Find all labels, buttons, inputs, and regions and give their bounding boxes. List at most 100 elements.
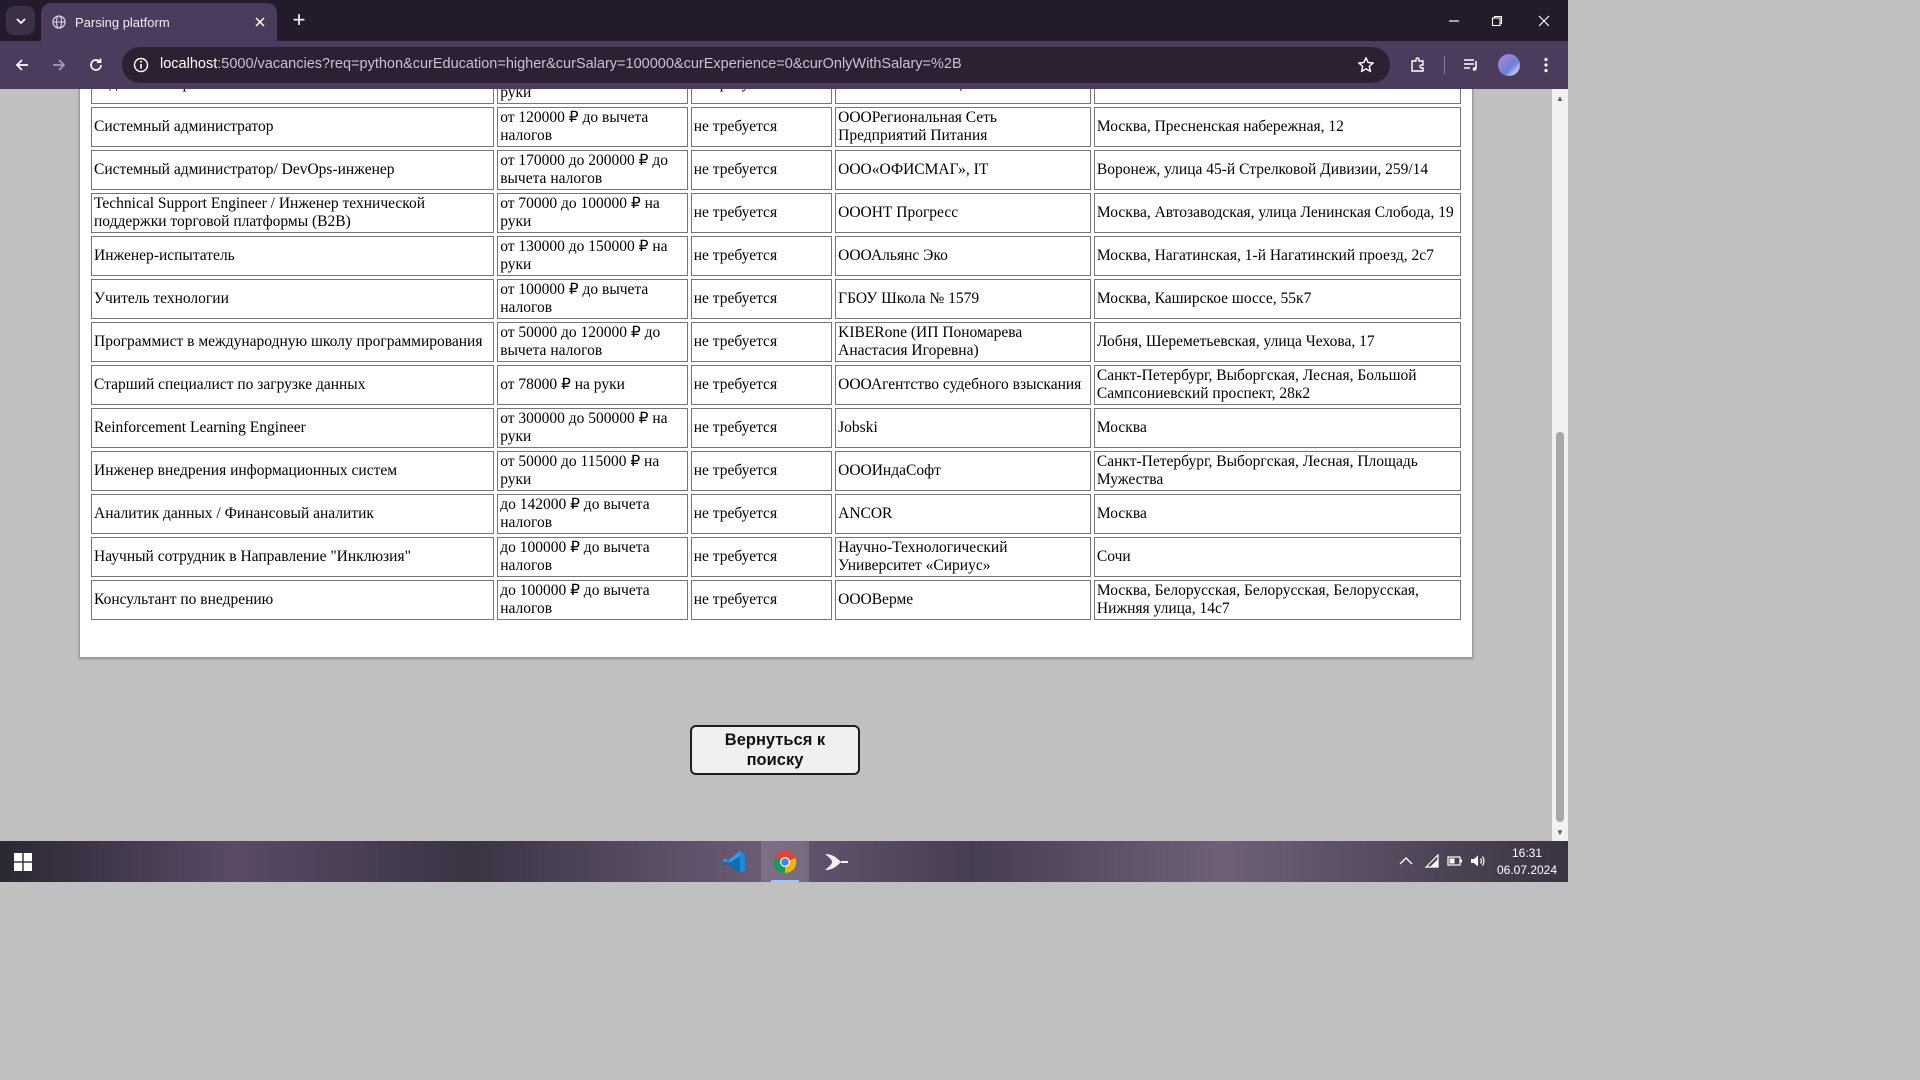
- reload-icon: [90, 58, 102, 71]
- profile-avatar[interactable]: [1498, 54, 1520, 76]
- table-row: Reinforcement Learning Engineer от 300000…: [91, 408, 1461, 448]
- salary-cell: от 100000 ₽ до вычета налогов: [497, 279, 688, 319]
- minimize-icon: [1449, 19, 1459, 22]
- scroll-down-arrow-icon[interactable]: ▼: [1552, 825, 1568, 839]
- battery-icon[interactable]: [1447, 853, 1463, 869]
- experience-cell: не требуется: [690, 193, 833, 233]
- company-cell: Jobski: [835, 408, 1091, 448]
- vacancy-title-cell: Инженер внедрения информационных систем: [91, 451, 495, 491]
- bookmark-star-icon[interactable]: [1356, 55, 1376, 75]
- table-row: Учитель технологии от 100000 ₽ до вычета …: [91, 279, 1461, 319]
- vacancy-title-cell: Старший специалист по загрузке данных: [91, 365, 495, 405]
- tray-chevron-up-icon[interactable]: [1398, 853, 1414, 869]
- salary-cell: от 80000 до 100000 ₽ на руки: [497, 89, 688, 104]
- vacancy-title-cell: Консультант по внедрению: [91, 580, 495, 620]
- chevron-down-icon: [15, 17, 26, 24]
- chrome-taskbar-icon[interactable]: [761, 841, 809, 882]
- table-row: Научный сотрудник в Направление "Инклюзи…: [91, 537, 1461, 577]
- company-cell: Научно-Технологический Университет «Сири…: [835, 537, 1091, 577]
- address-cell: Москва, Каширское шоссе, 55к7: [1093, 279, 1461, 319]
- experience-cell: не требуется: [690, 408, 833, 448]
- address-cell: Сочи: [1093, 537, 1461, 577]
- page-scrollbar[interactable]: ▲ ▼: [1552, 89, 1568, 841]
- vacancy-title-cell: Учитель технологии: [91, 279, 495, 319]
- url-path: :5000/vacancies?req=python&curEducation=…: [217, 56, 962, 72]
- media-control-icon[interactable]: [1460, 54, 1482, 76]
- active-app-indicator: [771, 880, 799, 882]
- table-row: Technical Support Engineer / Инженер тех…: [91, 193, 1461, 233]
- company-cell: ОООИндаСофт: [835, 451, 1091, 491]
- restore-button[interactable]: [1474, 0, 1520, 41]
- table-row: Инженер-испытатель от 130000 до 150000 ₽ …: [91, 236, 1461, 276]
- company-cell: ОООВерме: [835, 580, 1091, 620]
- windows-start-icon[interactable]: [14, 853, 32, 871]
- address-cell: Москва, Белорусская, Белорусская, Белору…: [1093, 580, 1461, 620]
- vacancy-title-cell: Reinforcement Learning Engineer: [91, 408, 495, 448]
- close-icon: [1538, 15, 1550, 26]
- company-cell: ОООАгентство судебного взыскания: [835, 365, 1091, 405]
- vacancy-title-cell: Программист в международную школу програ…: [91, 322, 495, 362]
- browser-menu-icon[interactable]: [1535, 54, 1557, 76]
- address-cell: Москва, Пресненская набережная, 12: [1093, 107, 1461, 147]
- address-cell: Москва: [1093, 408, 1461, 448]
- company-cell: ANCOR: [835, 494, 1091, 534]
- salary-cell: от 70000 до 100000 ₽ на руки: [497, 193, 688, 233]
- forward-nav-button[interactable]: [45, 51, 73, 79]
- url-text[interactable]: localhost:5000/vacancies?req=python&curE…: [160, 56, 962, 72]
- salary-cell: от 120000 ₽ до вычета налогов: [497, 107, 688, 147]
- salary-cell: от 130000 до 150000 ₽ на руки: [497, 236, 688, 276]
- network-icon[interactable]: [1424, 853, 1440, 869]
- experience-cell: не требуется: [690, 150, 833, 190]
- browser-toolbar: localhost:5000/vacancies?req=python&curE…: [0, 41, 1568, 89]
- salary-cell: до 100000 ₽ до вычета налогов: [497, 580, 688, 620]
- scroll-up-arrow-icon[interactable]: ▲: [1552, 91, 1568, 105]
- salary-cell: от 50000 до 115000 ₽ на руки: [497, 451, 688, 491]
- vscode-taskbar-icon[interactable]: [710, 841, 758, 882]
- clock-date: 06.07.2024: [1496, 863, 1558, 877]
- volume-icon[interactable]: [1470, 853, 1486, 869]
- experience-cell: не требуется: [690, 537, 833, 577]
- company-cell: KIBERone (ИП Пономарева Анастасия Игорев…: [835, 322, 1091, 362]
- table-row: Радиоинженерот 80000 до 100000 ₽ на руки…: [91, 89, 1461, 104]
- app-taskbar-icon[interactable]: [812, 841, 860, 882]
- address-cell: Санкт-Петербург, Выборгская, Лесная, Бол…: [1093, 365, 1461, 405]
- address-cell: Москва, Автозаводская, улица Ленинская С…: [1093, 193, 1461, 233]
- address-cell: Санкт-Петербург, Выборгская, Лесная, Пло…: [1093, 451, 1461, 491]
- vacancy-title-cell: Системный администратор: [91, 107, 495, 147]
- company-cell: ОООАльянс Эко: [835, 236, 1091, 276]
- close-window-button[interactable]: [1521, 0, 1567, 41]
- company-cell: ООО«ОФИСМАГ», IT: [835, 150, 1091, 190]
- table-row: Системный администратор/ DevOps-инженер о…: [91, 150, 1461, 190]
- minimize-button[interactable]: [1431, 0, 1477, 41]
- vacancy-title-cell: Инженер-испытатель: [91, 236, 495, 276]
- back-nav-button[interactable]: [8, 51, 36, 79]
- table-row: Старший специалист по загрузке данных от …: [91, 365, 1461, 405]
- clock-time: 16:31: [1511, 846, 1543, 860]
- table-row: Консультант по внедрению до 100000 ₽ до в…: [91, 580, 1461, 620]
- address-bar[interactable]: localhost:5000/vacancies?req=python&curE…: [122, 47, 1390, 83]
- salary-cell: от 170000 до 200000 ₽ до вычета налогов: [497, 150, 688, 190]
- scrollbar-thumb[interactable]: [1556, 432, 1564, 822]
- vacancy-title-cell: Системный администратор/ DevOps-инженер: [91, 150, 495, 190]
- table-row: Аналитик данных / Финансовый аналитик до …: [91, 494, 1461, 534]
- back-to-search-button[interactable]: Вернуться к поиску: [690, 725, 860, 775]
- table-row: Программист в международную школу програ…: [91, 322, 1461, 362]
- vacancy-title-cell: Аналитик данных / Финансовый аналитик: [91, 494, 495, 534]
- reload-button[interactable]: [82, 51, 110, 79]
- table-row: Системный администратор от 120000 ₽ до вы…: [91, 107, 1461, 147]
- browser-tab[interactable]: Parsing platform: [41, 3, 277, 41]
- tab-search-button[interactable]: [6, 6, 35, 35]
- new-tab-button[interactable]: +: [288, 9, 310, 31]
- taskbar-clock[interactable]: 16:31 06.07.2024: [1490, 845, 1564, 879]
- arrow-right-icon: [53, 59, 66, 71]
- vacancy-title-cell: Радиоинженер: [91, 89, 495, 104]
- close-tab-icon[interactable]: [250, 12, 270, 32]
- url-host: localhost: [160, 56, 218, 72]
- address-cell: Москва: [1093, 494, 1461, 534]
- tab-title: Parsing platform: [75, 14, 170, 30]
- extensions-icon[interactable]: [1407, 54, 1429, 76]
- experience-cell: не требуется: [690, 279, 833, 319]
- salary-cell: от 300000 до 500000 ₽ на руки: [497, 408, 688, 448]
- site-info-icon[interactable]: [132, 56, 150, 74]
- salary-cell: до 142000 ₽ до вычета налогов: [497, 494, 688, 534]
